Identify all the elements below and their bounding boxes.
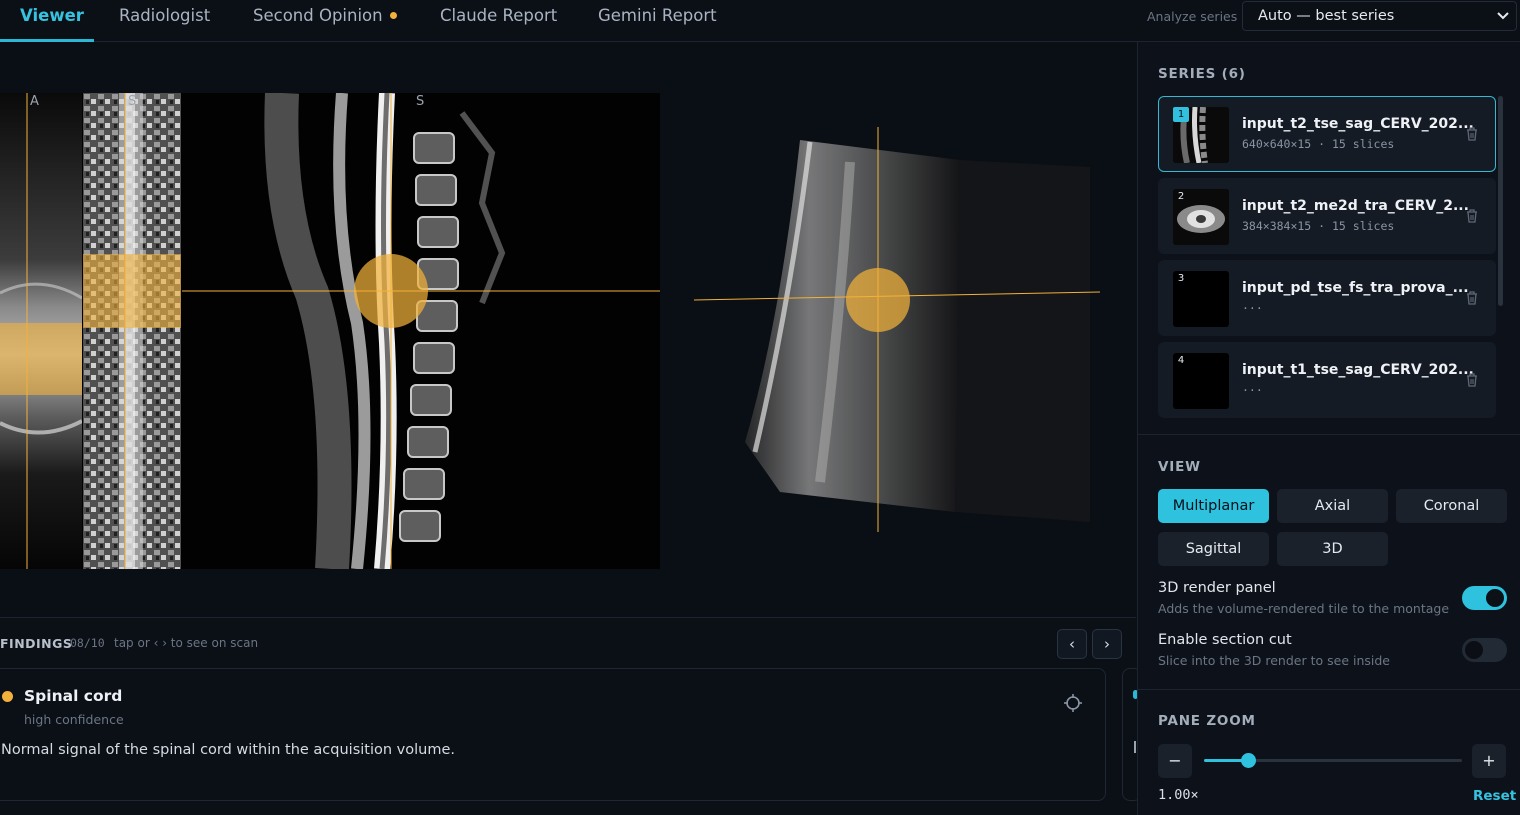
zoom-in-button[interactable]: +: [1472, 744, 1506, 778]
top-bar: Viewer Radiologist Second Opinion Claude…: [0, 0, 1520, 42]
chevron-right-icon: ›: [1104, 635, 1110, 653]
trash-icon[interactable]: [1465, 126, 1479, 142]
series-meta: 640×640×15 · 15 slices: [1242, 137, 1395, 151]
text-fragment: [1134, 741, 1136, 753]
button-label: Coronal: [1423, 498, 1480, 514]
tab-second-opinion[interactable]: Second Opinion: [253, 0, 397, 42]
divider: [1138, 434, 1520, 435]
tab-viewer[interactable]: Viewer: [20, 0, 84, 42]
series-meta: ···: [1242, 301, 1263, 315]
tab-label: Second Opinion: [253, 6, 383, 25]
orientation-label-superior: S: [416, 94, 425, 109]
sagittal-pane[interactable]: S: [182, 93, 660, 569]
side-panel: SERIES (6) 1 input_t2_tse_sag_CERV_202..…: [1137, 42, 1520, 815]
view-sagittal-button[interactable]: Sagittal: [1158, 532, 1269, 566]
next-finding-button[interactable]: ›: [1092, 629, 1122, 659]
axial-scan-image: [0, 93, 82, 569]
findings-title: FINDINGS: [0, 636, 73, 651]
volume-render-image: [693, 127, 1101, 532]
series-item-1[interactable]: 1 input_t2_tse_sag_CERV_202... 640×640×1…: [1158, 96, 1496, 172]
series-number: 1: [1173, 107, 1189, 122]
trash-icon[interactable]: [1465, 372, 1479, 388]
image-viewer[interactable]: A S P: [0, 42, 1136, 617]
multiplanar-view[interactable]: A S P: [0, 93, 660, 569]
findings-count: 08/10: [70, 636, 105, 650]
series-name: input_t2_tse_sag_CERV_202...: [1242, 116, 1474, 132]
zoom-reset-button[interactable]: Reset: [1473, 788, 1516, 804]
zoom-value: 1.00×: [1158, 787, 1199, 803]
series-number: 2: [1177, 191, 1185, 202]
analyze-series-label: Analyze series: [1147, 9, 1238, 24]
volume-render-3d[interactable]: [690, 122, 1110, 562]
button-label: 3D: [1322, 541, 1343, 557]
findings-bar: FINDINGS 08/10 tap or ‹ › to see on scan…: [0, 617, 1136, 669]
series-name: input_t1_tse_sag_CERV_202...: [1242, 362, 1474, 378]
view-multiplanar-button[interactable]: Multiplanar: [1158, 489, 1269, 523]
tab-gemini-report[interactable]: Gemini Report: [598, 0, 717, 42]
finding-card[interactable]: Spinal cord high confidence Normal signa…: [0, 668, 1106, 801]
option-title: 3D render panel: [1158, 580, 1276, 596]
toggle-knob: [1486, 589, 1504, 607]
series-meta: ···: [1242, 383, 1263, 397]
button-label: Sagittal: [1185, 541, 1242, 557]
chevron-down-icon: [1497, 12, 1509, 20]
section-cut-toggle[interactable]: [1462, 638, 1507, 662]
notification-dot: [389, 12, 397, 19]
tab-label: Viewer: [20, 6, 84, 25]
sagittal-scan-image: [182, 93, 660, 569]
button-label: Axial: [1314, 498, 1351, 514]
divider: [1138, 689, 1520, 690]
trash-icon[interactable]: [1465, 208, 1479, 224]
pane-zoom-title: PANE ZOOM: [1158, 713, 1256, 729]
view-coronal-button[interactable]: Coronal: [1396, 489, 1507, 523]
status-dot: [2, 691, 13, 702]
series-number: 4: [1177, 355, 1185, 366]
tab-label: Claude Report: [440, 6, 558, 25]
findings-hint: tap or ‹ › to see on scan: [114, 636, 259, 650]
orientation-label-anterior: A: [30, 94, 39, 109]
plus-icon: +: [1482, 751, 1496, 770]
minus-icon: −: [1168, 751, 1182, 770]
crosshair-icon[interactable]: [1063, 693, 1083, 713]
button-label: Multiplanar: [1172, 498, 1255, 514]
series-section-title: SERIES (6): [1158, 66, 1246, 82]
series-item-4[interactable]: 4 input_t1_tse_sag_CERV_202... ···: [1158, 342, 1496, 418]
trash-icon[interactable]: [1465, 290, 1479, 306]
series-name: input_t2_me2d_tra_CERV_2...: [1242, 198, 1469, 214]
coronal-scan-image: [83, 93, 181, 569]
view-axial-button[interactable]: Axial: [1277, 489, 1388, 523]
tab-label: Gemini Report: [598, 6, 717, 25]
tab-label: Radiologist: [119, 6, 211, 25]
analyze-series-value: Auto — best series: [1258, 8, 1395, 24]
prev-finding-button[interactable]: ‹: [1057, 629, 1087, 659]
option-subtitle: Adds the volume-rendered tile to the mon…: [1158, 601, 1450, 616]
coronal-pane[interactable]: S: [83, 93, 181, 569]
axial-pane[interactable]: A: [0, 93, 82, 569]
analyze-series-select[interactable]: Auto — best series: [1242, 1, 1517, 31]
series-number: 3: [1177, 273, 1185, 284]
view-section-title: VIEW: [1158, 459, 1201, 475]
zoom-out-button[interactable]: −: [1158, 744, 1192, 778]
series-meta: 384×384×15 · 15 slices: [1242, 219, 1395, 233]
3d-render-panel-toggle[interactable]: [1462, 586, 1507, 610]
option-title: Enable section cut: [1158, 632, 1292, 648]
finding-title: Spinal cord: [24, 687, 123, 705]
chevron-left-icon: ‹: [1069, 635, 1075, 653]
zoom-slider-thumb[interactable]: [1240, 753, 1256, 768]
tab-claude-report[interactable]: Claude Report: [440, 0, 557, 42]
finding-confidence: high confidence: [24, 712, 124, 727]
orientation-label-superior: S: [128, 94, 137, 109]
tab-radiologist[interactable]: Radiologist: [119, 0, 210, 42]
series-list-scrollbar[interactable]: [1498, 96, 1503, 306]
view-3d-button[interactable]: 3D: [1277, 532, 1388, 566]
option-subtitle: Slice into the 3D render to see inside: [1158, 653, 1390, 668]
finding-description: Normal signal of the spinal cord within …: [1, 742, 455, 758]
toggle-knob: [1465, 641, 1483, 659]
series-name: input_pd_tse_fs_tra_prova_...: [1242, 280, 1469, 296]
series-item-3[interactable]: 3 input_pd_tse_fs_tra_prova_... ···: [1158, 260, 1496, 336]
series-item-2[interactable]: 2 input_t2_me2d_tra_CERV_2... 384×384×15…: [1158, 178, 1496, 254]
